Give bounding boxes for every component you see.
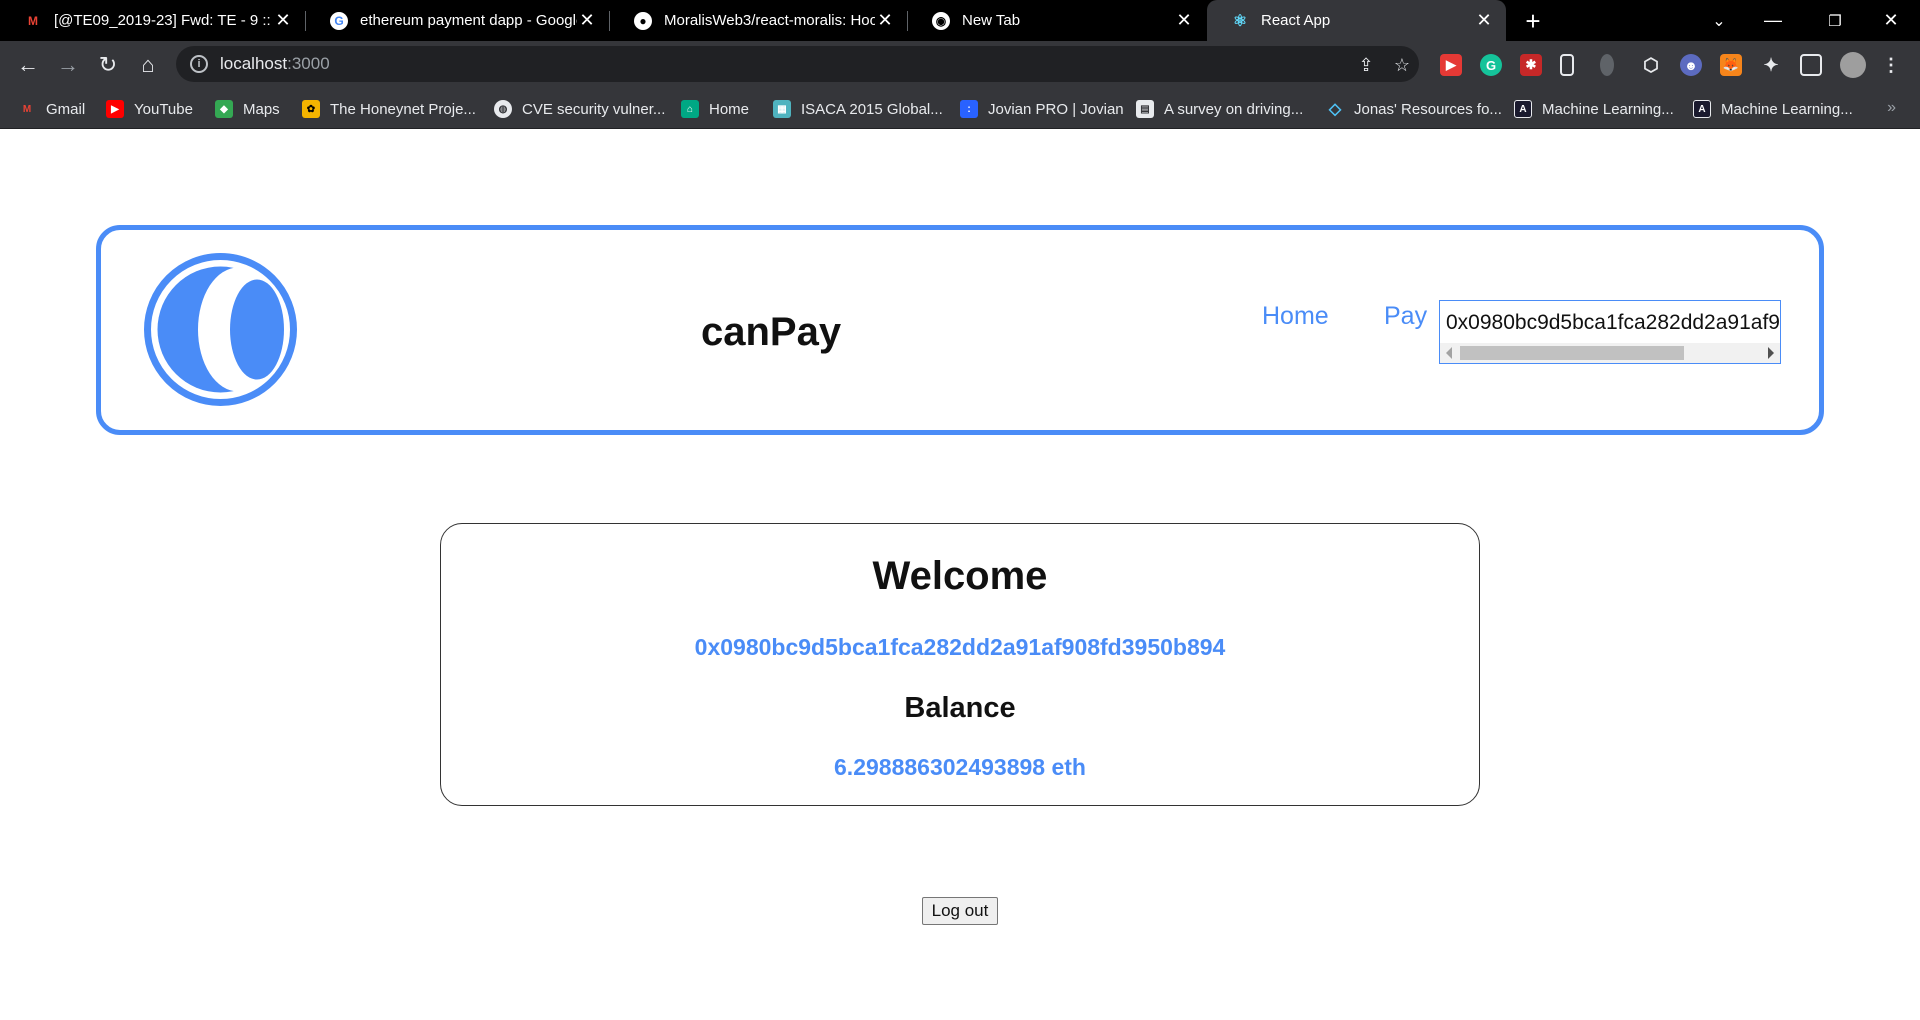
bookmark-item[interactable]: : Jovian PRO | Jovian <box>960 89 1124 129</box>
bookmark-item[interactable]: A Machine Learning... <box>1693 89 1853 129</box>
bookmark-item[interactable]: ⌂ Home <box>681 89 749 129</box>
tab-title: React App <box>1261 12 1331 29</box>
gmail-icon: M <box>22 103 32 115</box>
bookmarks-bar: M Gmail ▶ YouTube ◆ Maps ✿ The Honeynet Proj… <box>0 89 1920 129</box>
close-icon[interactable]: ✕ <box>273 10 293 31</box>
bookmark-item[interactable]: A Machine Learning... <box>1514 89 1674 129</box>
scroll-left-icon[interactable] <box>1446 347 1452 359</box>
bookmark-item[interactable]: M Gmail <box>18 89 85 129</box>
honeynet-icon: ✿ <box>302 100 320 118</box>
browser-toolbar: ← → ↻ ⌂ i localhost:3000 ⇪ ☆ ▶ G ✱ ⬡ ☻ 🦊… <box>0 41 1920 89</box>
canpay-logo-icon <box>144 253 297 406</box>
home-icon[interactable]: ⌂ <box>132 49 164 81</box>
bookmark-item[interactable]: ▶ YouTube <box>106 89 193 129</box>
chrome-icon: ◉ <box>932 11 950 30</box>
share-icon[interactable]: ⇪ <box>1354 53 1378 77</box>
url-port: :3000 <box>287 54 330 73</box>
extension-icon[interactable] <box>1560 54 1574 76</box>
app-header: canPay Home Pay 0x0980bc9d5bca1fca282dd2… <box>96 225 1824 435</box>
ml-icon: A <box>1693 100 1711 118</box>
logout-button[interactable]: Log out <box>922 897 998 925</box>
back-icon[interactable]: ← <box>12 49 44 81</box>
maps-icon: ◆ <box>215 100 233 118</box>
tab-title: MoralisWeb3/react-moralis: Hooks <box>664 12 875 29</box>
extension-icon[interactable] <box>1600 54 1614 76</box>
wallet-address-field[interactable]: 0x0980bc9d5bca1fca282dd2a91af908fd3950b8… <box>1439 300 1781 364</box>
extension-icon[interactable]: ☻ <box>1680 54 1702 76</box>
bank-icon: ⌂ <box>681 100 699 118</box>
bookmark-item[interactable]: ◍ CVE security vulner... <box>494 89 665 129</box>
side-panel-icon[interactable] <box>1800 54 1822 76</box>
tab-google-search[interactable]: G ethereum payment dapp - Google Search … <box>306 0 609 41</box>
url-host: localhost <box>220 54 288 73</box>
address-bar[interactable]: i localhost:3000 ⇪ ☆ <box>176 46 1419 82</box>
scrollbar-thumb[interactable] <box>1460 346 1684 360</box>
minimize-icon[interactable]: — <box>1744 0 1802 41</box>
cube-icon[interactable]: ⬡ <box>1640 54 1662 76</box>
document-icon: ▤ <box>1136 100 1154 118</box>
menu-icon[interactable]: ⋮ <box>1880 54 1902 76</box>
bookmark-star-icon[interactable]: ☆ <box>1390 53 1414 77</box>
browser-tab-strip: M [@TE09_2019-23] Fwd: TE - 9 :: Weekly … <box>0 0 1920 41</box>
close-icon[interactable]: ✕ <box>875 10 895 31</box>
isaca-icon: ▦ <box>773 100 791 118</box>
screen-recorder-icon[interactable]: ▶ <box>1440 54 1462 76</box>
globe-icon: ◍ <box>494 100 512 118</box>
tab-github[interactable]: ● MoralisWeb3/react-moralis: Hooks ✕ <box>610 0 907 41</box>
metamask-icon[interactable]: 🦊 <box>1720 54 1742 76</box>
forward-icon[interactable]: → <box>52 49 84 81</box>
restore-icon[interactable]: ❐ <box>1806 0 1864 41</box>
close-window-icon[interactable]: ✕ <box>1862 0 1920 41</box>
github-icon: ● <box>634 11 652 30</box>
tab-title: ethereum payment dapp - Google Search <box>360 12 577 29</box>
bookmark-item[interactable]: ▦ ISACA 2015 Global... <box>773 89 943 129</box>
bookmark-item[interactable]: ◇ Jonas' Resources fo... <box>1326 89 1502 129</box>
gmail-icon: M <box>28 13 38 28</box>
youtube-icon: ▶ <box>106 100 124 118</box>
close-icon[interactable]: ✕ <box>1474 10 1494 31</box>
bookmark-item[interactable]: ▤ A survey on driving... <box>1136 89 1303 129</box>
avatar[interactable] <box>1840 52 1866 78</box>
extension-icon[interactable]: ✱ <box>1520 54 1542 76</box>
tab-title: [@TE09_2019-23] Fwd: TE - 9 :: Weekly <box>54 12 273 29</box>
tab-title: New Tab <box>962 12 1021 29</box>
welcome-title: Welcome <box>872 554 1048 598</box>
jovian-icon: : <box>960 100 978 118</box>
horizontal-scrollbar[interactable] <box>1440 343 1780 363</box>
close-icon[interactable]: ✕ <box>577 10 597 31</box>
more-bookmarks-icon[interactable]: » <box>1887 99 1896 117</box>
balance-value: 6.298886302493898 eth <box>834 754 1086 780</box>
bookmark-item[interactable]: ◆ Maps <box>215 89 280 129</box>
balance-title: Balance <box>904 692 1016 724</box>
grammarly-icon[interactable]: G <box>1480 54 1502 76</box>
react-icon: ⚛ <box>1232 12 1248 30</box>
tab-react-app[interactable]: ⚛ React App ✕ <box>1207 0 1506 41</box>
bookmark-item[interactable]: ✿ The Honeynet Proje... <box>302 89 476 129</box>
tab-search-icon[interactable]: ⌄ <box>1690 0 1748 41</box>
scroll-right-icon[interactable] <box>1768 347 1774 359</box>
ml-icon: A <box>1514 100 1532 118</box>
close-icon[interactable]: ✕ <box>1174 10 1194 31</box>
puzzle-icon[interactable]: ✦ <box>1760 54 1782 76</box>
welcome-card: Welcome 0x0980bc9d5bca1fca282dd2a91af908… <box>440 523 1480 806</box>
wallet-address-field-text: 0x0980bc9d5bca1fca282dd2a91af908fd3950b8… <box>1446 311 1781 334</box>
brand-title: canPay <box>701 310 842 354</box>
nav-pay-link[interactable]: Pay <box>1384 302 1427 331</box>
reload-icon[interactable]: ↻ <box>92 49 124 81</box>
tab-new-tab[interactable]: ◉ New Tab ✕ <box>908 0 1206 41</box>
wallet-address: 0x0980bc9d5bca1fca282dd2a91af908fd3950b8… <box>694 634 1226 660</box>
page: canPay Home Pay 0x0980bc9d5bca1fca282dd2… <box>0 129 1920 1020</box>
nav-home-link[interactable]: Home <box>1262 302 1329 331</box>
tab-gmail[interactable]: M [@TE09_2019-23] Fwd: TE - 9 :: Weekly … <box>0 0 305 41</box>
site-info-icon[interactable]: i <box>190 55 208 73</box>
google-icon: G <box>330 11 348 30</box>
diamond-icon: ◇ <box>1328 101 1342 118</box>
new-tab-button[interactable]: + <box>1518 6 1548 36</box>
